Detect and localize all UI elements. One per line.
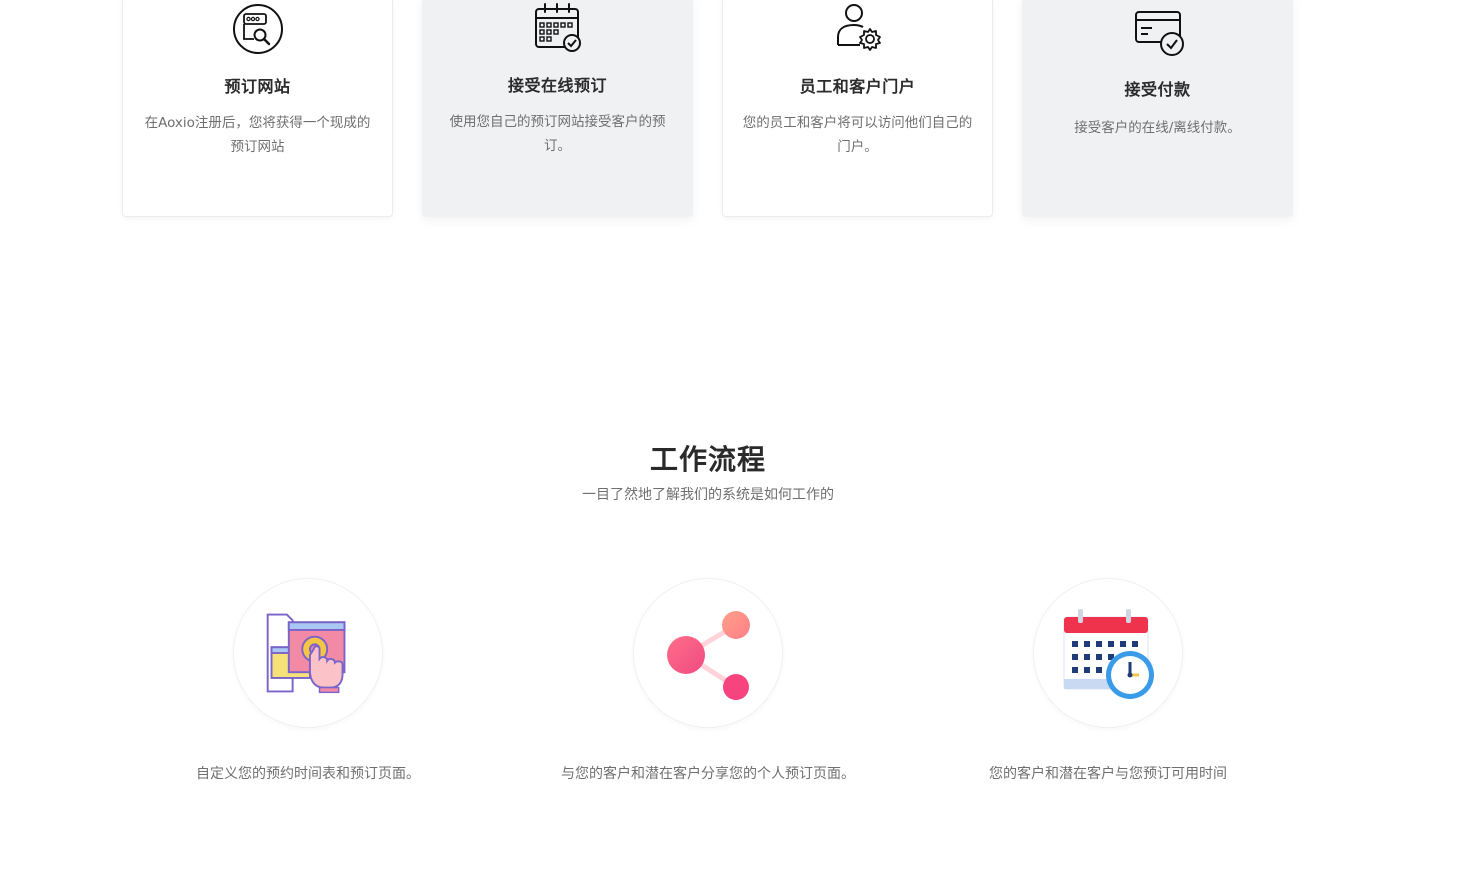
step-text: 自定义您的预约时间表和预订页面。 (196, 766, 420, 782)
calendar-clock-icon (1063, 609, 1154, 699)
feature-description: 接受客户的在线/离线付款。 (1074, 120, 1241, 136)
step-text: 与您的客户和潜在客户分享您的个人预订页面。 (561, 766, 855, 782)
workflow-step-share: 与您的客户和潜在客户分享您的个人预订页面。 (548, 578, 868, 786)
feature-description: 使用您自己的预订网站接受客户的预订。 (449, 114, 666, 154)
feature-title: 接受在线预订 (507, 76, 607, 95)
section-subtitle: 一目了然地了解我们的系统是如何工作的 (582, 487, 834, 503)
feature-title: 员工和客户门户 (799, 77, 916, 96)
feature-description: 您的员工和客户将可以访问他们自己的门户。 (742, 115, 973, 155)
customize-settings-icon (266, 613, 346, 694)
feature-card-payments: 接受付款 接受客户的在线/离线付款。 (1022, 0, 1293, 217)
step-text: 您的客户和潜在客户与您预订可用时间 (989, 766, 1227, 782)
user-gear-icon (836, 4, 881, 51)
feature-card-booking-website: 预订网站 在Aoxio注册后，您将获得一个现成的预订网站 (122, 0, 393, 217)
step-icon-circle (633, 578, 783, 728)
share-icon (667, 611, 750, 700)
feature-title: 接受付款 (1124, 80, 1191, 99)
browser-search-icon (232, 4, 283, 54)
calendar-check-icon (534, 3, 581, 52)
step-icon-circle (1033, 578, 1183, 728)
feature-title: 预订网站 (224, 77, 291, 96)
step-icon-circle (233, 578, 383, 728)
feature-description: 在Aoxio注册后，您将获得一个现成的预订网站 (144, 115, 371, 155)
workflow-step-book-time: 您的客户和潜在客户与您预订可用时间 (948, 578, 1268, 786)
workflow-step-customize: 自定义您的预约时间表和预订页面。 (148, 578, 468, 786)
section-title: 工作流程 (649, 443, 766, 476)
card-check-icon (1134, 11, 1184, 56)
features-section: 预订网站 在Aoxio注册后，您将获得一个现成的预订网站 接受在线预订 使用您自… (0, 0, 1482, 220)
feature-card-online-booking: 接受在线预订 使用您自己的预订网站接受客户的预订。 (422, 0, 693, 217)
feature-card-portals: 员工和客户门户 您的员工和客户将可以访问他们自己的门户。 (722, 0, 993, 217)
